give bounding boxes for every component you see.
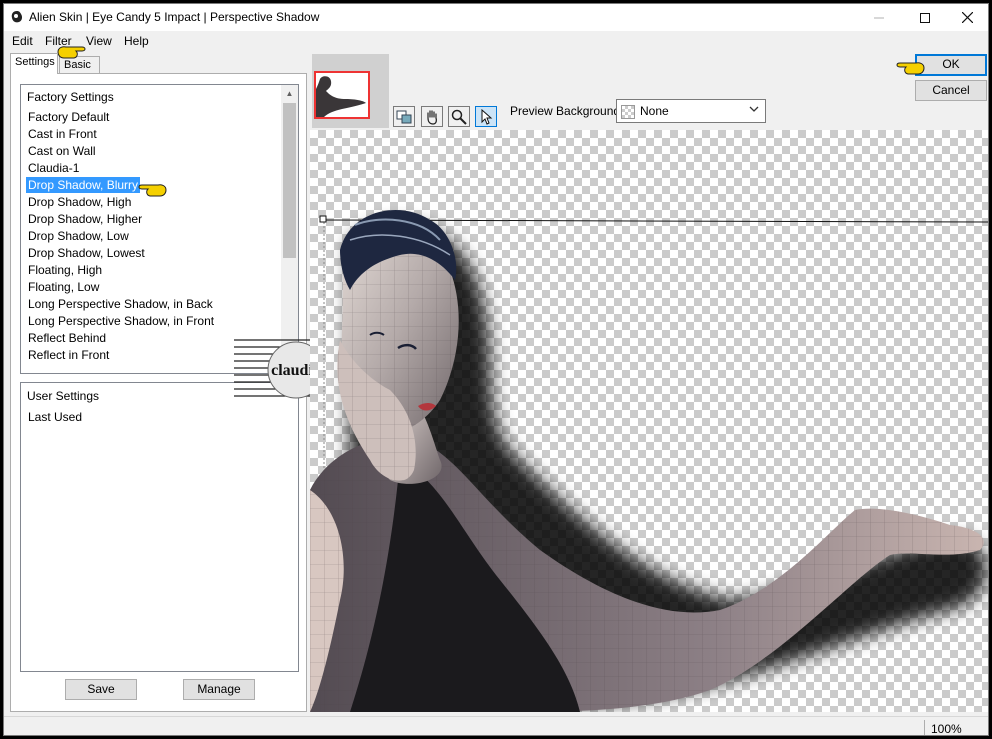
cancel-button[interactable]: Cancel: [915, 80, 987, 101]
arrow-select-icon: [481, 108, 493, 125]
list-item[interactable]: Drop Shadow, Lowest: [26, 245, 147, 261]
close-icon: [961, 12, 973, 23]
transparent-swatch-icon: [621, 105, 635, 119]
tab-settings[interactable]: Settings: [10, 53, 58, 74]
factory-settings-list[interactable]: Factory Settings Factory Default Cast in…: [20, 84, 299, 374]
hand-pan-icon: [427, 109, 437, 125]
list-item[interactable]: Cast on Wall: [26, 143, 98, 159]
close-button[interactable]: [944, 4, 988, 31]
window-title: Alien Skin | Eye Candy 5 Impact | Perspe…: [29, 10, 320, 24]
user-settings-list[interactable]: User Settings Last Used: [20, 382, 299, 672]
list-item[interactable]: Reflect in Front: [26, 347, 111, 363]
navigator-thumbnail[interactable]: [312, 54, 389, 128]
list-item[interactable]: Floating, High: [26, 262, 104, 278]
factory-list-scrollbar[interactable]: ▲: [281, 85, 298, 373]
scroll-thumb[interactable]: [283, 103, 296, 258]
minimize-button[interactable]: [856, 4, 902, 31]
list-item[interactable]: Claudia-1: [26, 160, 81, 176]
thumbnail-image: [314, 71, 370, 119]
chevron-down-icon: [749, 105, 759, 116]
pointing-hand-icon: [138, 184, 167, 197]
title-bar: Alien Skin | Eye Candy 5 Impact | Perspe…: [4, 4, 988, 31]
list-item[interactable]: Last Used: [26, 409, 84, 425]
preview-compare-icon: [396, 110, 412, 123]
pointing-hand-icon: [896, 62, 925, 75]
manage-button[interactable]: Manage: [183, 679, 255, 700]
list-item[interactable]: Long Perspective Shadow, in Front: [26, 313, 216, 329]
maximize-button[interactable]: [902, 4, 948, 31]
save-button[interactable]: Save: [65, 679, 137, 700]
arrow-select-tool[interactable]: [475, 106, 497, 127]
menu-edit[interactable]: Edit: [12, 34, 33, 48]
maximize-icon: [920, 12, 930, 23]
preview-image: [310, 210, 988, 712]
pointing-hand-icon: [57, 46, 86, 59]
list-item[interactable]: Drop Shadow, High: [26, 194, 133, 210]
menu-bar: Edit Filter View Help: [4, 32, 988, 52]
list-item[interactable]: Drop Shadow, Higher: [26, 211, 144, 227]
list-item[interactable]: Reflect Behind: [26, 330, 108, 346]
factory-settings-header: Factory Settings: [27, 90, 114, 104]
preview-compare-tool[interactable]: [393, 106, 415, 127]
preview-background-select[interactable]: None: [616, 99, 766, 123]
list-item[interactable]: Factory Default: [26, 109, 111, 125]
user-settings-header: User Settings: [27, 389, 100, 403]
list-item-selected[interactable]: Drop Shadow, Blurry: [26, 177, 141, 193]
zoom-magnifier-icon: [451, 109, 467, 125]
minimize-icon: [874, 17, 884, 18]
preview-background-label: Preview Background:: [510, 104, 624, 118]
hand-pan-tool[interactable]: [421, 106, 443, 127]
app-logo-icon: [11, 11, 23, 23]
preview-canvas[interactable]: [310, 130, 988, 712]
scroll-up-icon[interactable]: ▲: [281, 85, 298, 102]
preview-background-value: None: [640, 104, 669, 118]
list-item[interactable]: Drop Shadow, Low: [26, 228, 131, 244]
list-item[interactable]: Long Perspective Shadow, in Back: [26, 296, 215, 312]
zoom-level: 100%: [924, 720, 988, 735]
status-bar: 100%: [4, 716, 988, 735]
zoom-tool[interactable]: [448, 106, 470, 127]
list-item[interactable]: Cast in Front: [26, 126, 99, 142]
list-item[interactable]: Floating, Low: [26, 279, 101, 295]
menu-help[interactable]: Help: [124, 34, 149, 48]
app-window: Alien Skin | Eye Candy 5 Impact | Perspe…: [3, 3, 989, 736]
